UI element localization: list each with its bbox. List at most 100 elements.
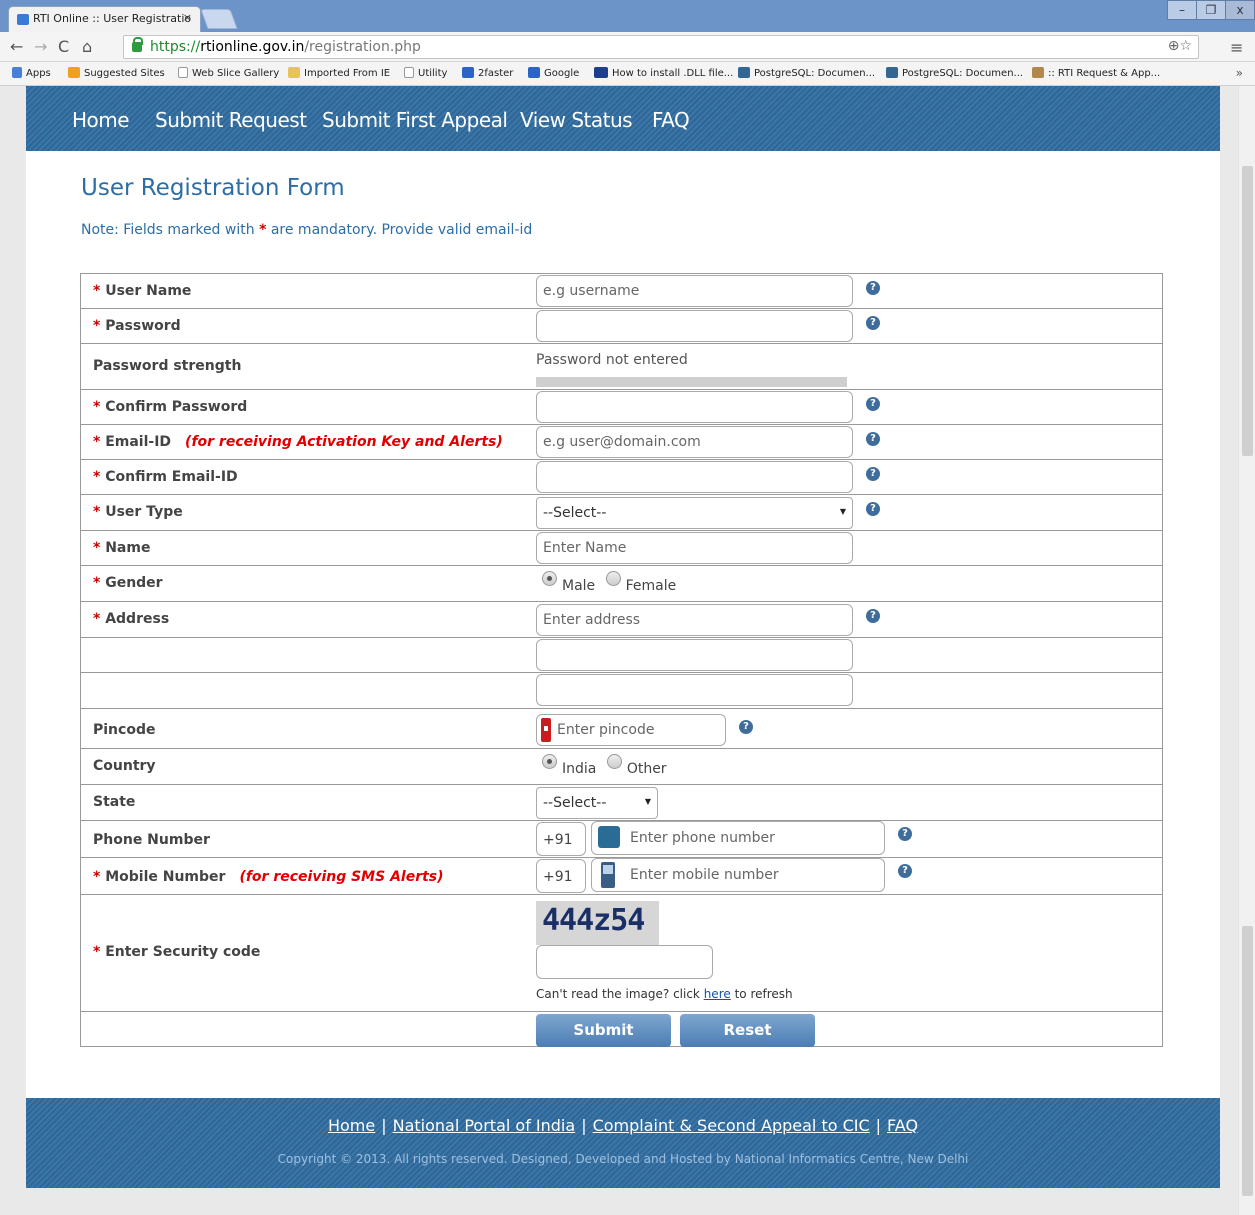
mobile-help-icon[interactable]: ? xyxy=(898,864,912,878)
bookmark-postgresql-1[interactable]: PostgreSQL: Documen... xyxy=(738,67,875,79)
window-minimize-icon[interactable]: – xyxy=(1167,0,1197,20)
username-input[interactable]: e.g username xyxy=(536,275,853,307)
row-name: * Name Enter Name xyxy=(81,531,1162,566)
email-input[interactable]: e.g user@domain.com xyxy=(536,426,853,458)
address-bar[interactable]: https://rtionline.gov.in/registration.ph… xyxy=(123,35,1199,59)
bookmark-postgresql-2[interactable]: PostgreSQL: Documen... xyxy=(886,67,1023,79)
address-help-icon[interactable]: ? xyxy=(866,609,880,623)
new-tab-button[interactable] xyxy=(200,9,238,29)
state-select[interactable]: --Select-- ▼ xyxy=(536,787,658,819)
footer-link-faq[interactable]: FAQ xyxy=(887,1116,918,1135)
back-arrow-icon[interactable]: ← xyxy=(10,37,23,56)
row-user-type: * User Type --Select-- ▼ ? xyxy=(81,495,1162,531)
footer-link-national-portal[interactable]: National Portal of India xyxy=(393,1116,576,1135)
address-line1-input[interactable]: Enter address xyxy=(536,604,853,636)
gender-label: * Gender xyxy=(93,575,163,591)
bookmark-imported-ie[interactable]: Imported From IE xyxy=(288,67,390,79)
registration-form: * User Name e.g username ? * Password ? … xyxy=(80,273,1163,1047)
address-line2-input[interactable] xyxy=(536,639,853,671)
bookmark-rti-request[interactable]: :: RTI Request & App... xyxy=(1032,67,1160,79)
gender-radio-group: Male Female xyxy=(542,571,676,594)
confirm-email-input[interactable] xyxy=(536,461,853,493)
country-other-radio[interactable] xyxy=(606,754,622,769)
more-bookmarks-icon[interactable]: » xyxy=(1236,66,1243,80)
footer-links: Home | National Portal of India | Complaint … xyxy=(327,1116,919,1135)
window-maximize-icon[interactable]: ❐ xyxy=(1196,0,1226,20)
password-label: * Password xyxy=(93,318,181,334)
scrollbar-thumb-lower[interactable] xyxy=(1242,926,1253,1196)
nav-submit-request[interactable]: Submit Request xyxy=(155,108,307,132)
telephone-icon xyxy=(598,826,620,848)
row-address-line3 xyxy=(81,673,1162,709)
submit-button[interactable]: Submit xyxy=(536,1014,671,1047)
username-help-icon[interactable]: ? xyxy=(866,281,880,295)
row-phone: Phone Number +91 Enter phone number ? xyxy=(81,821,1162,858)
bookmark-app-icon xyxy=(462,67,474,78)
page-scrollbar[interactable] xyxy=(1238,86,1255,1215)
bookmark-web-slice[interactable]: Web Slice Gallery xyxy=(178,67,279,79)
url-path: /registration.php xyxy=(304,39,421,55)
gender-male-radio[interactable] xyxy=(542,571,557,586)
row-confirm-email: * Confirm Email-ID ? xyxy=(81,460,1162,495)
bookmark-2faster[interactable]: 2faster xyxy=(462,67,513,79)
gender-female-radio[interactable] xyxy=(605,571,621,586)
zoom-and-star-icon[interactable]: ⊕☆ xyxy=(1168,38,1192,54)
user-type-select[interactable]: --Select-- ▼ xyxy=(536,497,853,529)
confirm-password-label: * Confirm Password xyxy=(93,399,248,415)
nav-view-status[interactable]: View Status xyxy=(520,108,633,132)
page-title: User Registration Form xyxy=(81,175,345,201)
mobile-input[interactable]: Enter mobile number xyxy=(591,858,885,892)
bookmark-apps[interactable]: Apps xyxy=(12,67,51,79)
footer-link-complaint-appeal[interactable]: Complaint & Second Appeal to CIC xyxy=(593,1116,870,1135)
phone-label: Phone Number xyxy=(93,832,210,848)
dll-icon xyxy=(594,67,608,78)
nav-home[interactable]: Home xyxy=(72,108,130,132)
email-help-icon[interactable]: ? xyxy=(866,432,880,446)
username-label: * User Name xyxy=(93,283,192,299)
reload-icon[interactable]: C xyxy=(58,37,69,56)
bookmarks-bar: Apps Suggested Sites Web Slice Gallery I… xyxy=(0,62,1255,86)
tab-close-icon[interactable]: × xyxy=(183,11,192,24)
nav-submit-first-appeal[interactable]: Submit First Appeal xyxy=(322,108,508,132)
password-help-icon[interactable]: ? xyxy=(866,316,880,330)
captcha-refresh-link[interactable]: here xyxy=(704,987,731,1001)
address-label: * Address xyxy=(93,611,170,627)
bookmark-utility[interactable]: Utility xyxy=(404,67,447,79)
bookmark-suggested-sites[interactable]: Suggested Sites xyxy=(68,67,165,79)
bookmark-google[interactable]: Google xyxy=(528,67,579,79)
confirm-email-help-icon[interactable]: ? xyxy=(866,467,880,481)
confirm-password-help-icon[interactable]: ? xyxy=(866,397,880,411)
browser-menu-icon[interactable]: ≡ xyxy=(1230,38,1243,57)
confirm-password-input[interactable] xyxy=(536,391,853,423)
security-code-input[interactable] xyxy=(536,945,713,979)
phone-help-icon[interactable]: ? xyxy=(898,827,912,841)
footer-link-home[interactable]: Home xyxy=(328,1116,375,1135)
home-icon[interactable]: ⌂ xyxy=(82,37,92,56)
window-close-icon[interactable]: x xyxy=(1225,0,1255,20)
url-host: rtionline.gov.in xyxy=(200,39,305,55)
captcha-refresh-note: Can't read the image? click here to refr… xyxy=(536,987,793,1001)
address-line3-input[interactable] xyxy=(536,674,853,706)
country-india-radio[interactable] xyxy=(542,754,557,769)
folder-icon xyxy=(288,67,300,78)
tab-title: RTI Online :: User Registratio xyxy=(33,12,192,25)
pincode-help-icon[interactable]: ? xyxy=(739,720,753,734)
name-label: * Name xyxy=(93,540,151,556)
bookmark-dll[interactable]: How to install .DLL file... xyxy=(594,67,733,79)
forward-arrow-icon[interactable]: → xyxy=(34,37,47,56)
password-input[interactable] xyxy=(536,310,853,342)
row-state: State --Select-- ▼ xyxy=(81,785,1162,821)
name-input[interactable]: Enter Name xyxy=(536,532,853,564)
captcha-image: 444z54 xyxy=(536,901,659,945)
pincode-input[interactable]: Enter pincode xyxy=(536,714,726,746)
reset-button[interactable]: Reset xyxy=(680,1014,815,1047)
row-country: Country India Other xyxy=(81,749,1162,785)
user-type-help-icon[interactable]: ? xyxy=(866,502,880,516)
phone-input[interactable]: Enter phone number xyxy=(591,821,885,855)
security-code-label: * Enter Security code xyxy=(93,944,261,960)
scrollbar-thumb[interactable] xyxy=(1242,166,1253,456)
nav-faq[interactable]: FAQ xyxy=(652,108,690,132)
browser-tab[interactable]: RTI Online :: User Registratio × xyxy=(8,6,201,32)
email-label: * Email-ID (for receiving Activation Key … xyxy=(93,434,503,450)
row-password-strength: Password strength Password not entered xyxy=(81,344,1162,390)
